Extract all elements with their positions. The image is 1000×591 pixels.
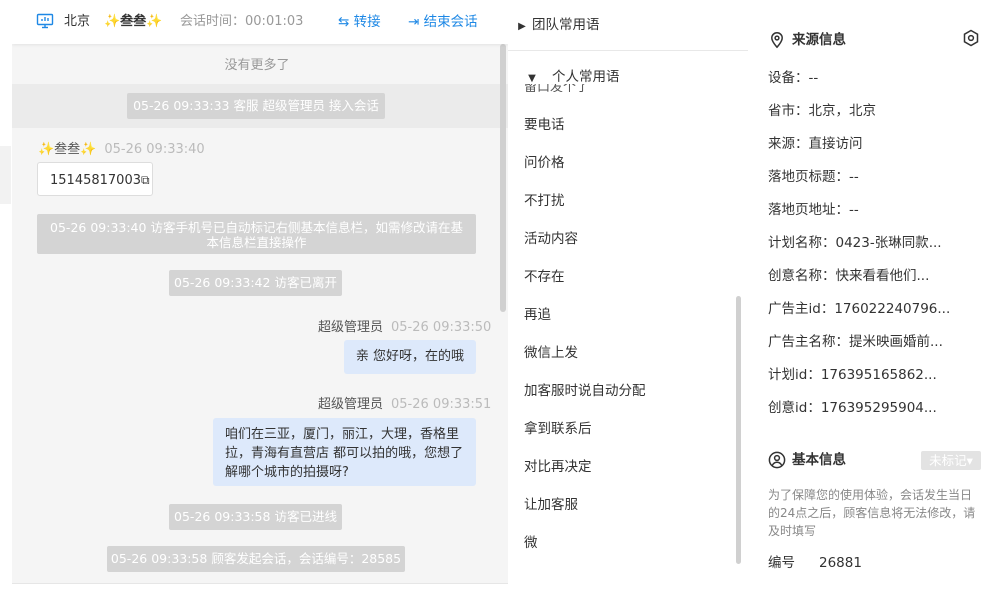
info-advertiser-id: 广告主id：176022240796... [768,301,951,317]
phrase-item[interactable]: 让加客服 [524,495,578,515]
visitor-sender: ✨叁叁✨ 05-26 09:33:40 [38,138,205,157]
edit-hint-text: 为了保障您的使用体验，会话发生当日的24点之后，顾客信息将无法修改，请及时填写 [768,488,976,538]
info-creative-name: 创意名称：快来看看他们... [768,268,930,284]
number-value: 26881 [819,555,862,571]
agent-sender-1: 超级管理员 05-26 09:33:50 [318,316,491,335]
phrase-item[interactable]: 不存在 [524,267,565,287]
visitor-message-bubble[interactable]: 15145817003⧉ [37,162,153,196]
settings-icon[interactable] [962,29,980,51]
info-landing-url: 落地页地址：-- [768,202,859,218]
chat-scrollbar[interactable] [500,44,506,312]
phrases-scrollbar[interactable] [736,296,741,564]
phrase-item-clipped[interactable]: 留口发个了 [524,84,589,92]
basic-info-title: 基本信息 [768,450,846,470]
source-info-label: 来源信息 [792,32,846,48]
session-time: 会话时间：00:01:03 [180,12,303,32]
caret-down-icon: ▼ [528,73,536,84]
chat-input-edge [12,583,508,591]
basic-info-label: 基本信息 [792,452,846,468]
phrase-item[interactable]: 问价格 [524,153,565,173]
agent-message-1-time: 05-26 09:33:50 [391,320,492,335]
phrase-item[interactable]: 拿到联系后 [524,419,592,439]
phrase-item[interactable]: 活动内容 [524,229,578,249]
personal-phrases-section[interactable]: ▼ 个人常用语 [508,52,748,102]
caret-right-icon: ▶ [518,21,526,32]
info-province-city: 省市：北京，北京 [768,103,876,119]
transfer-icon: ⇆ [338,14,350,30]
phrase-item[interactable]: 微 [524,533,538,553]
no-more-text: 没有更多了 [224,58,290,73]
section-divider [508,50,748,51]
session-time-label: 会话时间： [180,14,246,29]
visitor-name: ✨叁叁✨ [104,14,163,29]
phrase-item[interactable]: 微信上发 [524,343,578,363]
agent-message-bubble-2[interactable]: 咱们在三亚，厦门，丽江，大理，香格里拉，青海有直营店 都可以拍的哦，您想了解哪个… [213,418,476,486]
phrase-item[interactable]: 不打扰 [524,191,565,211]
team-phrases-label: 团队常用语 [532,17,600,33]
system-message-leave: 05-26 09:33:42 访客已离开 [169,270,342,296]
tag-dropdown-button[interactable]: 未标记▾ [921,451,981,470]
info-device: 设备：-- [768,70,819,86]
info-plan-id: 计划id：176395165862... [768,367,937,383]
system-message-enter: 05-26 09:33:58 访客已进线 [169,504,342,530]
phrase-item[interactable]: 对比再决定 [524,457,592,477]
phrase-item[interactable]: 再追 [524,305,551,325]
visitor-message-time: 05-26 09:33:40 [104,142,205,157]
customer-info-panel: 来源信息 设备：-- 省市：北京，北京 来源：直接访问 落地页标题：-- 落地页… [748,0,1000,591]
system-message-start: 05-26 09:33:58 顾客发起会话，会话编号：28585 [107,546,405,572]
exit-icon: ⇥ [408,14,420,30]
end-session-label: 结束会话 [423,14,478,30]
team-phrases-section[interactable]: ▶ 团队常用语 [508,0,748,50]
info-landing-title: 落地页标题：-- [768,169,859,185]
chat-panel: 北京 ✨叁叁✨ 会话时间：00:01:03 ⇆ 转接 ⇥ 结束会话 没有更多了 … [12,0,508,591]
message-list[interactable]: 没有更多了 05-26 09:33:33 客服 超级管理员 接入会话 ✨叁叁✨ 0… [12,44,508,591]
visitor-message-text: 15145817003 [50,173,141,188]
transfer-label: 转接 [353,14,381,30]
system-message-auto-mark: 05-26 09:33:40 访客手机号已自动标记右侧基本信息栏，如需修改请在基… [37,214,476,254]
monitor-icon [36,12,54,32]
user-circle-icon [768,451,786,469]
phrase-item[interactable]: 要电话 [524,115,565,135]
agent-sender-1-name: 超级管理员 [318,320,384,335]
agent-message-2-time: 05-26 09:33:51 [391,397,492,412]
end-session-button[interactable]: ⇥ 结束会话 [408,12,478,32]
personal-phrases-label: 个人常用语 [552,69,620,85]
source-info-title: 来源信息 [768,30,846,50]
agent-sender-2-name: 超级管理员 [318,397,384,412]
info-source: 来源：直接访问 [768,136,863,152]
agent-sender-2: 超级管理员 05-26 09:33:51 [318,393,491,412]
visitor-location: 北京 [64,14,91,29]
info-number: 编号 26881 [768,554,862,572]
session-time-value: 00:01:03 [245,14,304,29]
location-pin-icon [768,31,786,49]
left-strip-selected-marker [0,146,11,204]
info-advertiser-name: 广告主名称：提米映画婚前... [768,334,943,350]
transfer-button[interactable]: ⇆ 转接 [338,12,381,32]
number-label: 编号 [768,555,795,571]
phrase-item[interactable]: 加客服时说自动分配 [524,381,646,401]
quick-phrases-panel: ▶ 团队常用语 ▼ 个人常用语 留口发个了 要电话 问价格 不打扰 活动内容 不存在… [508,0,749,591]
system-message-join: 05-26 09:33:33 客服 超级管理员 接入会话 [127,93,385,119]
visitor-sender-name: ✨叁叁✨ [38,142,97,157]
chat-header: 北京 ✨叁叁✨ 会话时间：00:01:03 ⇆ 转接 ⇥ 结束会话 [12,0,508,44]
info-plan-name: 计划名称：0423-张琳同款... [768,235,942,251]
info-creative-id: 创意id：176395295904... [768,400,937,416]
copy-icon[interactable]: ⧉ [141,173,150,187]
agent-message-bubble-1[interactable]: 亲 您好呀，在的哦 [344,340,476,374]
